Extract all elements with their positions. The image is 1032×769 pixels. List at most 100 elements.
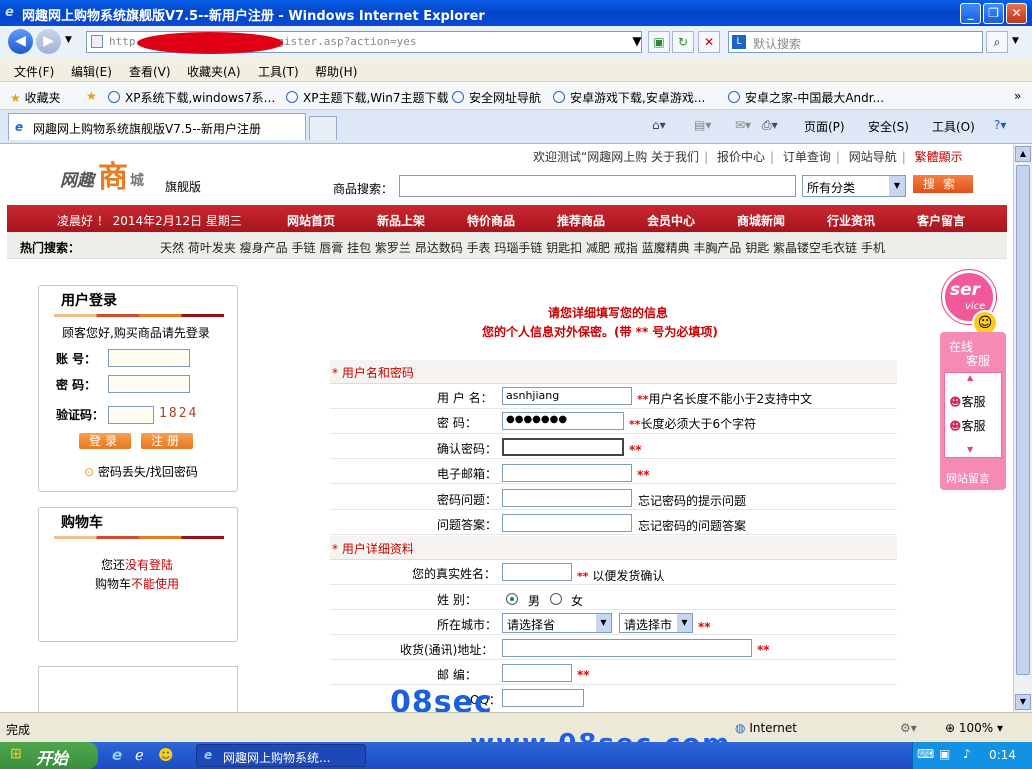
menu-help[interactable]: 帮助(H) <box>315 63 357 80</box>
address-input[interactable] <box>502 639 752 657</box>
link-traditional[interactable]: 繁體顯示 <box>915 150 963 164</box>
safety-menu[interactable]: 安全(S) <box>868 118 909 135</box>
link-about[interactable]: 关于我们 <box>651 150 699 164</box>
volume-icon[interactable]: ♪ <box>963 747 971 761</box>
captcha-image[interactable]: 1824 <box>159 406 198 421</box>
confirm-password-input[interactable] <box>502 438 624 456</box>
favorite-link-4[interactable]: 安卓游戏下载,安卓游戏... <box>553 89 705 106</box>
password-field[interactable]: ●●●●●●● <box>502 412 624 430</box>
service-agent-2[interactable]: ☻客服 <box>949 417 986 434</box>
chevron-down-icon[interactable]: ▼ <box>967 445 973 454</box>
page-scrollbar[interactable]: ▲ ▼ <box>1013 145 1032 712</box>
new-tab-button[interactable] <box>309 116 337 140</box>
more-favorites-icon[interactable]: » <box>1014 89 1021 103</box>
nav-industry[interactable]: 行业资讯 <box>827 212 875 229</box>
qq-icon[interactable]: ☻ <box>158 746 174 764</box>
nav-home[interactable]: 网站首页 <box>287 212 335 229</box>
add-favorite-icon[interactable]: ★ <box>86 89 97 103</box>
page-menu[interactable]: 页面(P) <box>804 118 845 135</box>
maximize-button[interactable]: ❐ <box>983 3 1004 24</box>
nav-new[interactable]: 新品上架 <box>377 212 425 229</box>
favorite-link-5[interactable]: 安卓之家-中国最大Andr... <box>728 89 884 106</box>
network-icon[interactable]: ▣ <box>939 747 950 761</box>
search-input[interactable]: L 默认搜索 <box>728 31 983 53</box>
email-field[interactable] <box>502 464 632 482</box>
province-select[interactable]: 请选择省 ▼ <box>502 613 612 633</box>
protected-mode-icon[interactable]: ⚙▾ <box>900 721 917 735</box>
menu-favorites[interactable]: 收藏夹(A) <box>187 63 241 80</box>
gender-male-radio[interactable] <box>506 593 518 605</box>
keyboard-icon[interactable]: ⌨ <box>917 747 934 761</box>
scroll-up-icon[interactable]: ▲ <box>1015 146 1031 162</box>
gender-female-radio[interactable] <box>550 593 562 605</box>
search-options-icon[interactable]: ▼ <box>1012 36 1019 46</box>
minimize-button[interactable]: _ <box>960 3 981 24</box>
product-search-input[interactable] <box>399 175 796 197</box>
link-quote[interactable]: 报价中心 <box>717 150 765 164</box>
hot-keywords[interactable]: 天然 荷叶发夹 瘦身产品 手链 唇膏 挂包 紫罗兰 昂达数码 手表 玛瑙手链 钥… <box>160 239 885 256</box>
search-button[interactable]: 搜索 <box>913 175 973 193</box>
stop-icon[interactable]: ✕ <box>698 31 720 53</box>
service-agent-1[interactable]: ☻客服 <box>949 393 986 410</box>
guestbook-link[interactable]: 网站留言 <box>946 470 990 486</box>
forgot-password-link[interactable]: ⊙ 密码丢失/找回密码 <box>84 463 198 480</box>
nav-news[interactable]: 商城新闻 <box>737 212 785 229</box>
search-label: 商品搜索： <box>333 182 394 196</box>
address-dropdown-icon[interactable]: ▼ <box>626 31 648 53</box>
feeds-icon[interactable]: ▤▾ <box>694 118 711 132</box>
username-input[interactable]: asnhjiang <box>502 387 632 405</box>
taskbar: ⊞ 开始 e ℯ ☻ e 网趣网上购物系统... ⌨ ▣ ♪ 0:14 <box>0 742 1032 769</box>
taskbar-ie-window[interactable]: e 网趣网上购物系统... <box>196 744 366 767</box>
favorites-button[interactable]: ★ 收藏夹 <box>10 89 61 106</box>
nav-member[interactable]: 会员中心 <box>647 212 695 229</box>
start-button[interactable]: ⊞ 开始 <box>0 742 98 769</box>
close-button[interactable]: ✕ <box>1006 3 1027 24</box>
favorite-link-1[interactable]: XP系统下载,windows7系... <box>108 89 275 106</box>
site-logo[interactable]: 网趣 商 城 <box>58 150 153 202</box>
menu-file[interactable]: 文件(F) <box>14 63 54 80</box>
register-button[interactable]: 注册 <box>141 433 193 449</box>
search-icon[interactable]: ⌕ <box>986 31 1008 53</box>
compatibility-icon[interactable]: ▣ <box>648 31 670 53</box>
tab-active[interactable]: e 网趣网上购物系统旗舰版V7.5--新用户注册 <box>8 113 306 140</box>
ie-quicklaunch-icon[interactable]: e <box>112 746 122 764</box>
account-input[interactable] <box>108 349 190 367</box>
nav-guestbook[interactable]: 客户留言 <box>917 212 965 229</box>
online-service-widget[interactable]: ser vice ☺ 在线 客服 ▲ ☻客服 ☻客服 ▼ 网站留言 <box>940 270 1006 490</box>
password-input[interactable] <box>108 375 190 393</box>
back-button[interactable]: ◀ <box>8 29 33 54</box>
captcha-input[interactable] <box>108 406 154 424</box>
menu-tools[interactable]: 工具(T) <box>258 63 299 80</box>
zoom-control[interactable]: ⊕ 100% ▾ <box>945 721 1003 735</box>
link-sitemap[interactable]: 网站导航 <box>849 150 897 164</box>
category-select[interactable]: 所有分类 ▼ <box>802 175 906 197</box>
ie-quicklaunch-icon[interactable]: ℯ <box>135 746 144 764</box>
realname-input[interactable] <box>502 563 572 581</box>
forward-button[interactable]: ▶ <box>36 29 61 54</box>
answer-input[interactable] <box>502 514 632 532</box>
chevron-up-icon[interactable]: ▲ <box>967 373 973 382</box>
history-dropdown-icon[interactable]: ▼ <box>65 35 72 45</box>
menu-view[interactable]: 查看(V) <box>129 63 171 80</box>
mail-icon[interactable]: ✉▾ <box>735 118 751 132</box>
address-input[interactable]: http/register.asp?action=yes <box>86 31 642 54</box>
nav-sale[interactable]: 特价商品 <box>467 212 515 229</box>
question-input[interactable] <box>502 489 632 507</box>
qq-input[interactable] <box>502 689 584 707</box>
link-order[interactable]: 订单查询 <box>783 150 831 164</box>
help-icon[interactable]: ?▾ <box>994 118 1006 132</box>
scroll-down-icon[interactable]: ▼ <box>1015 694 1031 710</box>
print-icon[interactable]: ⎙▾ <box>762 118 778 133</box>
favorite-link-2[interactable]: XP主题下载,Win7主题下载 <box>286 89 448 106</box>
city-select[interactable]: 请选择市 ▼ <box>619 613 693 633</box>
nav-recommend[interactable]: 推荐商品 <box>557 212 605 229</box>
tools-menu[interactable]: 工具(O) <box>932 118 975 135</box>
postcode-input[interactable] <box>502 664 572 682</box>
login-button[interactable]: 登录 <box>79 433 131 449</box>
menu-edit[interactable]: 编辑(E) <box>71 63 112 80</box>
scroll-thumb[interactable] <box>1016 165 1030 675</box>
favorite-link-3[interactable]: 安全网址导航 <box>452 89 541 106</box>
home-icon[interactable]: ⌂▾ <box>652 118 666 132</box>
clock[interactable]: 0:14 <box>989 748 1016 762</box>
refresh-icon[interactable]: ↻ <box>672 31 694 53</box>
